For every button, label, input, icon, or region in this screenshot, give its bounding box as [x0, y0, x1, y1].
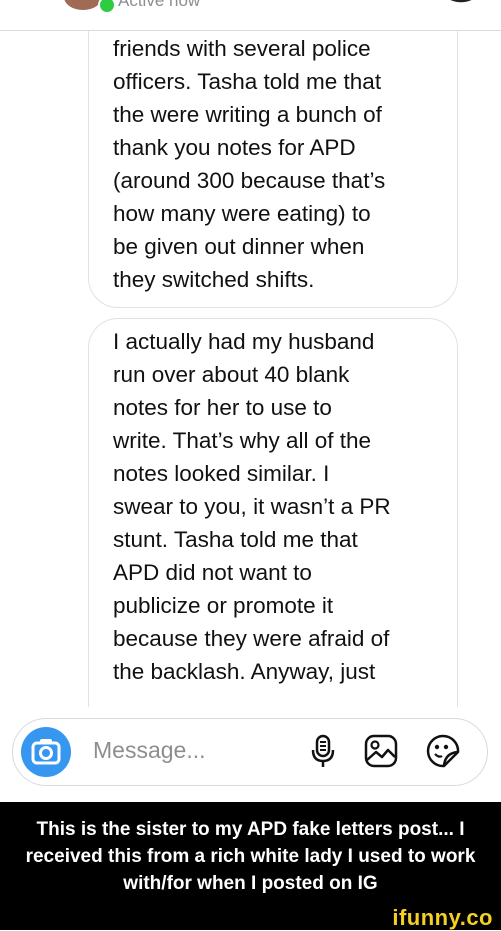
sticker-icon[interactable]	[425, 733, 461, 769]
active-status: Active now	[118, 0, 201, 10]
caption-text: This is the sister to my APD fake letter…	[25, 819, 476, 894]
message-text: friends with several police officers. Ta…	[113, 36, 386, 292]
chat-header: Active now	[0, 0, 501, 31]
camera-icon	[31, 739, 61, 765]
camera-button[interactable]	[21, 727, 71, 777]
more-options-icon[interactable]	[448, 0, 474, 4]
online-indicator	[98, 0, 116, 14]
watermark-bar: ifunny.co	[0, 905, 501, 930]
message-input[interactable]: Message...	[93, 737, 206, 764]
ifunny-logo: ifunny.co	[392, 905, 493, 930]
message-text: I actually had my husband run over about…	[113, 329, 391, 684]
message-bubble[interactable]: friends with several police officers. Ta…	[88, 31, 458, 308]
message-composer[interactable]: Message...	[12, 718, 488, 786]
microphone-icon[interactable]	[305, 733, 341, 769]
avatar[interactable]	[64, 0, 102, 10]
meme-caption: This is the sister to my APD fake letter…	[0, 802, 501, 908]
image-icon[interactable]	[363, 733, 399, 769]
message-thread[interactable]: friends with several police officers. Ta…	[0, 31, 501, 707]
message-bubble[interactable]: I actually had my husband run over about…	[88, 318, 458, 707]
